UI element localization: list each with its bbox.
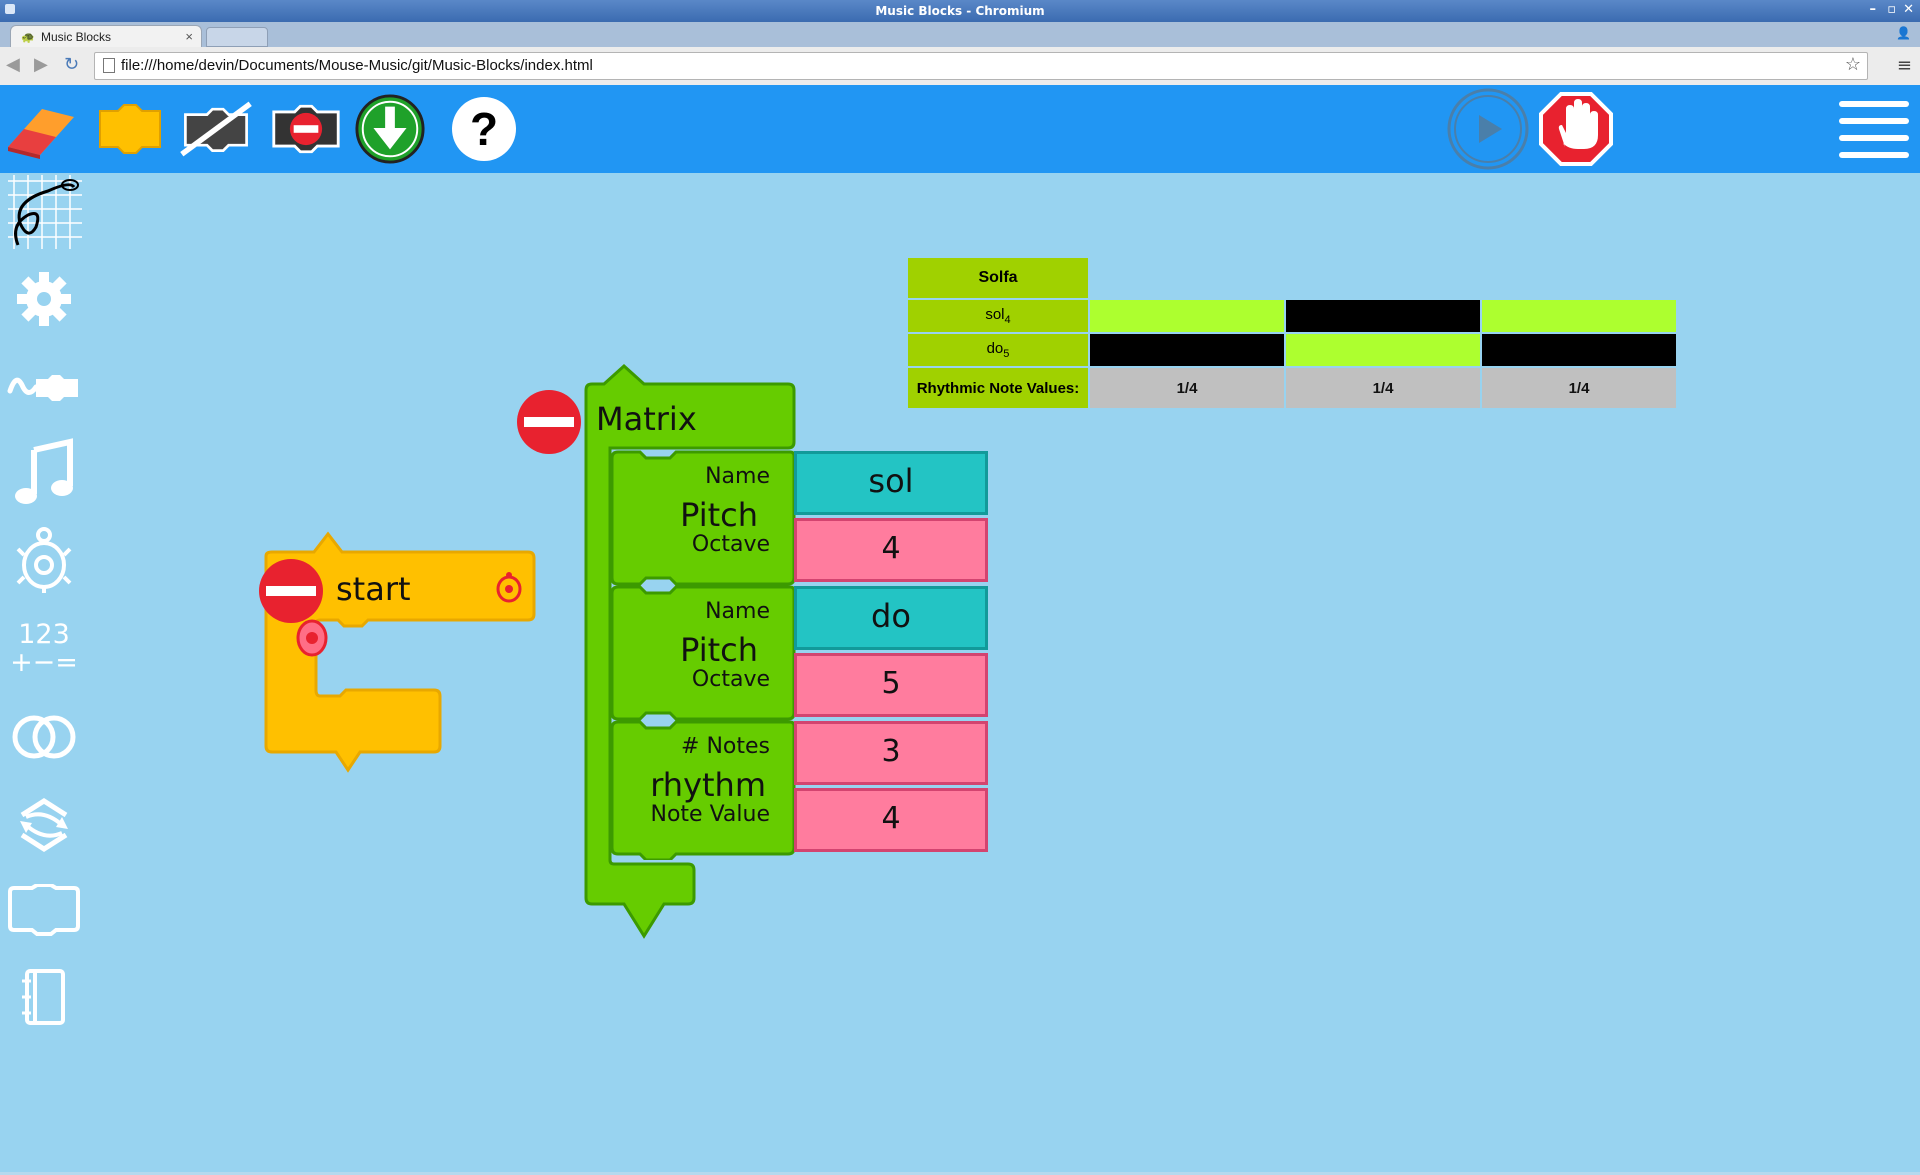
settings-gear-icon[interactable] bbox=[4, 261, 84, 337]
matrix-row: do5 bbox=[908, 334, 1676, 366]
pitch-block[interactable]: Name Pitch Octave bbox=[610, 450, 796, 586]
tab-close-icon[interactable]: × bbox=[185, 29, 193, 44]
notes-count-text: 3 bbox=[881, 734, 901, 769]
note-name-value[interactable]: sol bbox=[794, 451, 988, 515]
note-name-text: sol bbox=[868, 462, 914, 500]
browser-toolbar: ◀ ▶ ↻ file:///home/devin/Documents/Mouse… bbox=[0, 47, 1920, 86]
number-icon-digits: 123 bbox=[18, 619, 70, 650]
rhythm-notes-label: # Notes bbox=[681, 734, 770, 759]
octave-value[interactable]: 4 bbox=[794, 518, 988, 582]
tab-strip: 🐢 Music Blocks × 👤 bbox=[0, 22, 1920, 48]
journal-icon[interactable] bbox=[4, 959, 84, 1035]
pitch-block-title: Pitch bbox=[680, 496, 758, 534]
matrix-cell[interactable] bbox=[1482, 334, 1676, 366]
clear-eraser-icon[interactable] bbox=[4, 95, 76, 163]
start-turtle-icon bbox=[496, 572, 522, 603]
matrix-header: Solfa bbox=[908, 258, 1088, 298]
save-download-icon[interactable] bbox=[354, 94, 426, 164]
rhythm-label: Rhythmic Note Values: bbox=[908, 368, 1088, 408]
minimize-icon[interactable]: – bbox=[1870, 2, 1877, 17]
rhythm-block[interactable]: # Notes rhythm Note Value bbox=[610, 720, 796, 860]
matrix-row: sol4 bbox=[908, 300, 1676, 332]
hide-blocks-icon[interactable] bbox=[180, 95, 252, 163]
close-window-icon[interactable]: ✕ bbox=[1903, 2, 1914, 17]
matrix-cell[interactable] bbox=[1286, 300, 1480, 332]
palette-sidebar: 123 +−= bbox=[0, 173, 90, 1053]
pitch-name-label: Name bbox=[705, 464, 770, 489]
forward-icon[interactable]: ▶ bbox=[34, 54, 48, 75]
matrix-rhythm-row: Rhythmic Note Values: 1/4 1/4 1/4 bbox=[908, 368, 1676, 408]
start-block-label: start bbox=[336, 570, 411, 608]
note-name-value[interactable]: do bbox=[794, 586, 988, 650]
note-value-text: 4 bbox=[881, 801, 901, 836]
matrix-cell[interactable] bbox=[1286, 334, 1480, 366]
matrix-row-label: sol4 bbox=[908, 300, 1088, 332]
tab-music-blocks[interactable]: 🐢 Music Blocks × bbox=[10, 25, 202, 48]
window-title: Music Blocks - Chromium bbox=[875, 4, 1045, 18]
app-toolbar: ? bbox=[0, 85, 1920, 173]
flow-icon[interactable] bbox=[4, 349, 84, 425]
play-icon[interactable] bbox=[1446, 88, 1530, 170]
collapse-start-icon[interactable] bbox=[94, 95, 166, 163]
matrix-delete-icon[interactable] bbox=[514, 387, 584, 457]
browser-menu-icon[interactable]: ≡ bbox=[1897, 55, 1912, 76]
number-icon[interactable]: 123 +−= bbox=[4, 611, 84, 687]
boolean-rings-icon[interactable] bbox=[4, 699, 84, 775]
notes-count-value[interactable]: 3 bbox=[794, 721, 988, 785]
page-icon bbox=[103, 58, 115, 73]
pitch-block[interactable]: Name Pitch Octave bbox=[610, 585, 796, 721]
matrix-block-label: Matrix bbox=[596, 400, 697, 438]
stop-hand-icon[interactable] bbox=[1536, 92, 1616, 166]
matrix-cell[interactable] bbox=[1090, 334, 1284, 366]
svg-text:?: ? bbox=[470, 103, 498, 155]
rhythm-value[interactable]: 1/4 bbox=[1090, 368, 1284, 408]
number-icon-operators: +−= bbox=[10, 647, 78, 678]
address-url[interactable]: file:///home/devin/Documents/Mouse-Music… bbox=[121, 57, 593, 74]
delete-block-icon[interactable] bbox=[270, 95, 342, 163]
pitch-octave-label: Octave bbox=[691, 532, 770, 557]
turtle-favicon-icon: 🐢 bbox=[21, 32, 35, 44]
rhythm-value[interactable]: 1/4 bbox=[1286, 368, 1480, 408]
turtle-icon[interactable] bbox=[4, 523, 84, 599]
help-icon[interactable]: ? bbox=[448, 95, 520, 163]
matrix-cell[interactable] bbox=[1482, 300, 1676, 332]
pitch-time-matrix: Solfa sol4 do5 Rhythmic Note Values: 1/4… bbox=[906, 256, 1678, 410]
rhythm-block-title: rhythm bbox=[650, 766, 766, 804]
address-bar[interactable]: file:///home/devin/Documents/Mouse-Music… bbox=[94, 52, 1868, 80]
note-value-value[interactable]: 4 bbox=[794, 788, 988, 852]
matrix-row-label: do5 bbox=[908, 334, 1088, 366]
pitch-block-title: Pitch bbox=[680, 631, 758, 669]
reload-icon[interactable]: ↻ bbox=[64, 54, 79, 75]
rhythm-note-value-label: Note Value bbox=[650, 802, 771, 827]
back-icon[interactable]: ◀ bbox=[6, 54, 20, 75]
restore-icon[interactable]: ▫ bbox=[1887, 2, 1896, 17]
bookmark-star-icon[interactable]: ☆ bbox=[1845, 54, 1861, 75]
rhythm-value[interactable]: 1/4 bbox=[1482, 368, 1676, 408]
block-outline-icon[interactable] bbox=[4, 873, 84, 949]
octave-text: 5 bbox=[881, 666, 901, 701]
music-note-icon[interactable] bbox=[4, 435, 84, 511]
main-menu-icon[interactable] bbox=[1834, 95, 1914, 163]
new-tab-button[interactable] bbox=[206, 27, 268, 47]
matrix-cell[interactable] bbox=[1090, 300, 1284, 332]
note-name-text: do bbox=[871, 597, 911, 635]
pitch-octave-label: Octave bbox=[691, 667, 770, 692]
profile-icon[interactable]: 👤 bbox=[1896, 26, 1912, 42]
action-arrows-icon[interactable] bbox=[4, 787, 84, 863]
pitch-name-label: Name bbox=[705, 599, 770, 624]
turtle-marker-icon bbox=[296, 619, 328, 657]
octave-text: 4 bbox=[881, 531, 901, 566]
tab-label: Music Blocks bbox=[41, 30, 112, 44]
window-titlebar: Music Blocks - Chromium – ▫ ✕ bbox=[0, 0, 1920, 22]
matrix-grid-icon[interactable] bbox=[4, 173, 84, 249]
octave-value[interactable]: 5 bbox=[794, 653, 988, 717]
